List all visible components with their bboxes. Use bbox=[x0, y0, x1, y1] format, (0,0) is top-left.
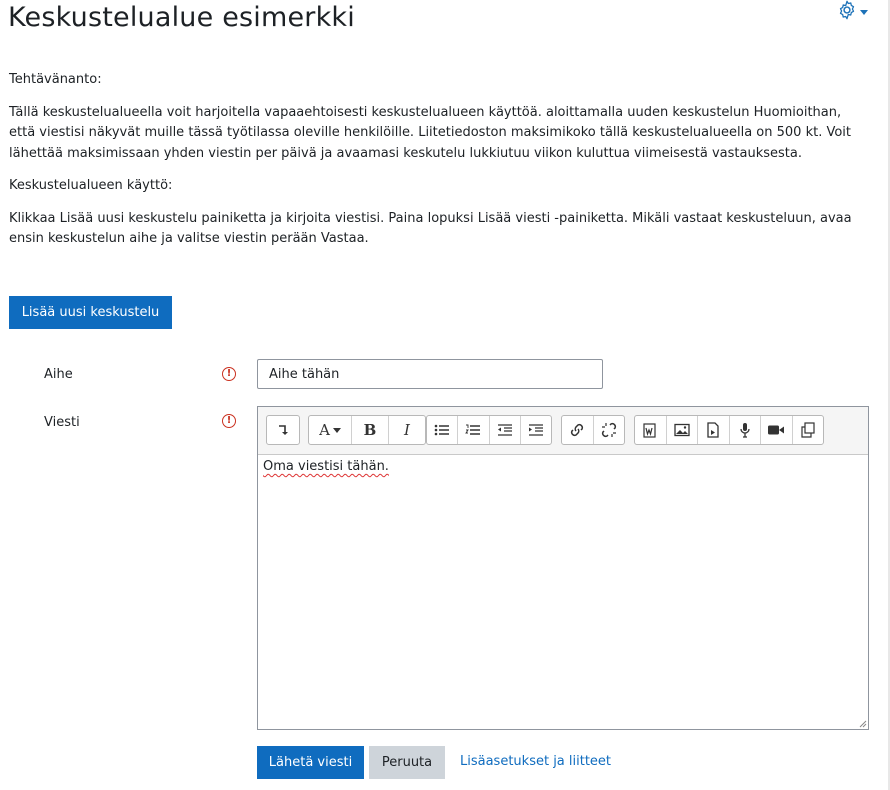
usage-text: Klikkaa Lisää uusi keskustelu painiketta… bbox=[9, 210, 852, 247]
ordered-list-icon bbox=[465, 424, 481, 435]
paste-word-button[interactable] bbox=[635, 416, 667, 444]
chevron-down-icon bbox=[332, 427, 341, 433]
subject-input[interactable] bbox=[257, 359, 603, 389]
required-icon: ! bbox=[222, 367, 236, 381]
ordered-list-button[interactable] bbox=[458, 416, 490, 444]
italic-button[interactable]: I bbox=[389, 416, 425, 444]
record-video-icon bbox=[768, 425, 785, 435]
message-editor[interactable]: A B I Oma viestisi tähän. bbox=[257, 406, 869, 730]
add-discussion-button[interactable]: Lisää uusi keskustelu bbox=[9, 296, 172, 329]
font-color-button[interactable]: A bbox=[309, 416, 352, 444]
toggle-toolbar-icon bbox=[279, 425, 288, 435]
indent-icon bbox=[528, 424, 543, 436]
editor-toolbar: A B I bbox=[258, 407, 868, 455]
record-video-button[interactable] bbox=[761, 416, 793, 444]
unordered-list-button[interactable] bbox=[427, 416, 459, 444]
media-button[interactable] bbox=[698, 416, 730, 444]
unlink-icon bbox=[601, 422, 616, 438]
settings-menu[interactable] bbox=[836, 0, 880, 22]
unordered-list-icon bbox=[434, 424, 450, 436]
indent-button[interactable] bbox=[521, 416, 551, 444]
record-audio-button[interactable] bbox=[730, 416, 761, 444]
manage-files-icon bbox=[801, 422, 815, 438]
message-content[interactable]: Oma viestisi tähän. bbox=[258, 455, 868, 478]
bold-button[interactable]: B bbox=[352, 416, 389, 444]
paste-word-icon bbox=[643, 423, 656, 438]
italic-icon: I bbox=[404, 421, 410, 439]
page-title: Keskustelualue esimerkki bbox=[8, 2, 355, 33]
link-icon bbox=[571, 423, 584, 437]
description-heading: Tehtävänanto: bbox=[9, 72, 102, 87]
chevron-down-icon bbox=[860, 9, 868, 15]
forum-description: Tehtävänanto: Tällä keskustelualueella v… bbox=[9, 70, 869, 262]
bold-icon: B bbox=[363, 421, 377, 439]
message-text: Oma viestisi tähän. bbox=[263, 459, 389, 474]
toggle-toolbar-button[interactable] bbox=[267, 416, 299, 444]
image-icon bbox=[674, 423, 690, 437]
unlink-button[interactable] bbox=[594, 416, 625, 444]
description-text: Tällä keskustelualueella voit harjoitell… bbox=[9, 104, 852, 161]
outdent-button[interactable] bbox=[490, 416, 521, 444]
record-audio-icon bbox=[740, 423, 750, 438]
required-icon: ! bbox=[222, 414, 236, 428]
submit-button[interactable]: Lähetä viesti bbox=[257, 746, 364, 779]
image-button[interactable] bbox=[667, 416, 698, 444]
manage-files-button[interactable] bbox=[793, 416, 824, 444]
message-label: Viesti bbox=[44, 415, 80, 430]
cancel-button[interactable]: Peruuta bbox=[369, 746, 445, 779]
link-button[interactable] bbox=[562, 416, 594, 444]
usage-heading: Keskustelualueen käyttö: bbox=[9, 178, 173, 193]
gear-icon bbox=[839, 0, 855, 20]
media-icon bbox=[707, 422, 719, 438]
resize-grip-icon[interactable] bbox=[857, 718, 867, 728]
font-color-icon: A bbox=[319, 421, 330, 439]
outdent-icon bbox=[497, 424, 512, 436]
subject-label: Aihe bbox=[44, 367, 73, 382]
advanced-options-link[interactable]: Lisäasetukset ja liitteet bbox=[460, 754, 611, 769]
